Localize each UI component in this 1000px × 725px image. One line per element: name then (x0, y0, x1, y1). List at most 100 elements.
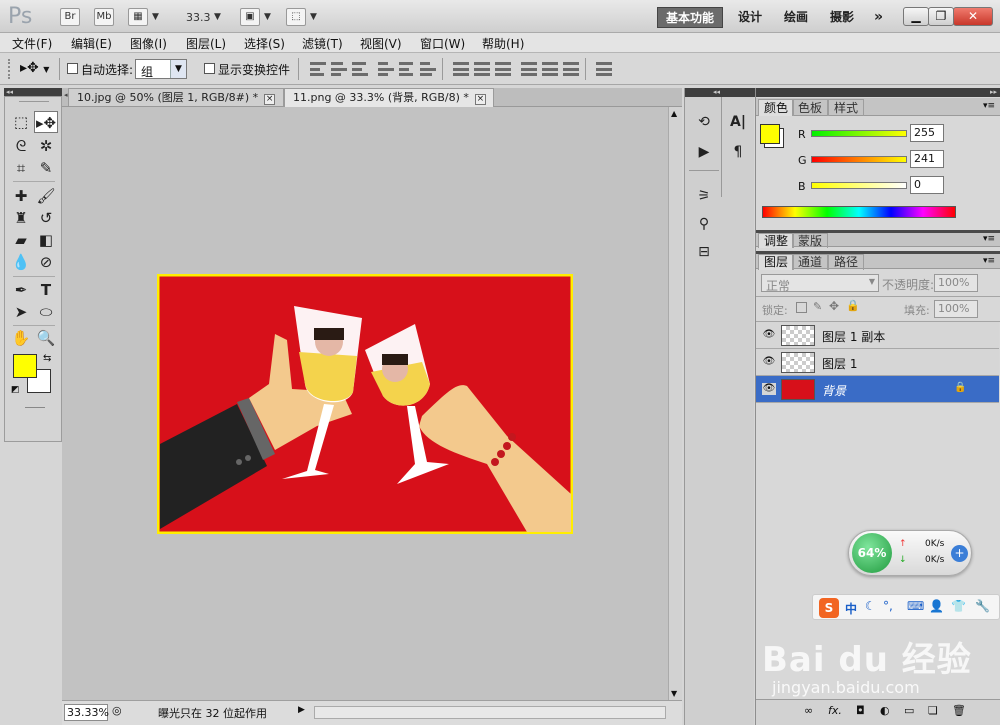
trash-icon[interactable]: 🗑 (952, 704, 966, 717)
layer-name[interactable]: 图层 1 副本 (822, 328, 885, 345)
chevron-down-icon[interactable]: ▼ (170, 60, 186, 78)
align-hcenter-icon[interactable] (399, 62, 415, 76)
vertical-scrollbar[interactable]: ▲ ▼ (668, 107, 682, 700)
tab-layers[interactable]: 图层 (758, 254, 795, 270)
tool-presets-icon[interactable]: ⊟ (689, 240, 719, 264)
view-extras-button[interactable]: ▦ (128, 8, 148, 26)
link-layers-icon[interactable]: ∞ (804, 704, 813, 717)
dodge-tool-icon[interactable]: ⊘ (34, 251, 58, 273)
ime-toolbar[interactable]: S 中 ☾ °, ⌨ 👤 👕 🔧 (812, 594, 1000, 620)
distribute-top-icon[interactable] (453, 62, 469, 76)
new-layer-icon[interactable]: ❏ (928, 704, 938, 717)
hand-tool-icon[interactable]: ✋ (9, 327, 33, 349)
chevron-down-icon[interactable]: ▼ (214, 12, 221, 22)
healing-brush-tool-icon[interactable]: ✚ (9, 185, 33, 207)
menu-filter[interactable]: 滤镜(T) (302, 35, 343, 52)
layer-name[interactable]: 背景 (822, 382, 846, 399)
menu-window[interactable]: 窗口(W) (420, 35, 465, 52)
tab-paths[interactable]: 路径 (828, 254, 865, 270)
channel-b-slider[interactable] (811, 182, 907, 189)
distribute-vcenter-icon[interactable] (474, 62, 490, 76)
path-selection-tool-icon[interactable]: ➤ (9, 301, 33, 323)
moon-icon[interactable]: ☾ (865, 599, 876, 613)
align-left-icon[interactable] (378, 62, 394, 76)
align-right-icon[interactable] (420, 62, 436, 76)
chevron-down-icon[interactable]: ▼ (310, 12, 317, 22)
eye-icon[interactable]: 👁 (762, 356, 776, 368)
tools-panel-header[interactable]: ◂◂ (4, 88, 62, 96)
pen-tool-icon[interactable]: ✒ (9, 279, 33, 301)
status-menu-arrow-icon[interactable]: ▶ (298, 705, 305, 715)
arrange-documents-button[interactable]: ▣ (240, 8, 260, 26)
lock-transparency-icon[interactable] (796, 302, 807, 313)
lock-pixels-icon[interactable]: ✎ (813, 300, 822, 313)
mini-bridge-button[interactable]: Mb (94, 8, 114, 26)
workspace-photography[interactable]: 摄影 (822, 7, 862, 28)
sogou-logo-icon[interactable]: S (819, 598, 839, 618)
eye-icon[interactable]: 👁 (762, 329, 776, 341)
align-vcenter-icon[interactable] (331, 62, 347, 76)
menu-image[interactable]: 图像(I) (130, 35, 167, 52)
foreground-color-swatch-top[interactable] (13, 354, 37, 378)
swap-colors-icon[interactable]: ⇆ (43, 353, 51, 364)
clone-stamp-tool-icon[interactable]: ♜ (9, 207, 33, 229)
menu-view[interactable]: 视图(V) (360, 35, 402, 52)
tab-adjustments[interactable]: 调整 (758, 233, 795, 248)
blur-tool-icon[interactable]: 💧 (9, 251, 33, 273)
panel-collapse-header[interactable]: ▸▸ (756, 88, 1000, 97)
auto-select-checkbox[interactable] (67, 63, 78, 74)
add-mask-icon[interactable]: ◘ (856, 704, 865, 717)
tab-channels[interactable]: 通道 (792, 254, 829, 270)
skin-icon[interactable]: 👕 (951, 599, 966, 613)
minimize-button[interactable]: ▁ (903, 7, 929, 26)
tab-swatches[interactable]: 色板 (792, 99, 829, 116)
adjustment-layer-icon[interactable]: ◐ (880, 704, 890, 717)
distribute-bottom-icon[interactable] (495, 62, 511, 76)
status-info-icon[interactable]: ◎ (112, 704, 122, 717)
default-colors-icon[interactable]: ◩ (11, 385, 20, 395)
lock-position-icon[interactable]: ✥ (829, 299, 839, 313)
close-icon[interactable]: × (264, 94, 276, 105)
layer-name[interactable]: 图层 1 (822, 355, 857, 372)
brush-presets-icon[interactable]: ⚞ (689, 184, 719, 208)
scroll-down-icon[interactable]: ▼ (671, 689, 677, 698)
close-icon[interactable]: × (474, 94, 486, 105)
layer-row-copy[interactable]: 👁 图层 1 副本 (756, 322, 999, 349)
fill-field[interactable]: 100% (934, 300, 978, 318)
distribute-left-icon[interactable] (521, 62, 537, 76)
user-icon[interactable]: 👤 (929, 599, 944, 613)
move-tool-icon[interactable]: ▸✥ (34, 111, 58, 133)
workspace-painting[interactable]: 绘画 (776, 7, 816, 28)
channel-r-slider[interactable] (811, 130, 907, 137)
panel-menu-icon[interactable]: ▾≡ (983, 234, 995, 244)
align-top-icon[interactable] (310, 62, 326, 76)
keyboard-icon[interactable]: ⌨ (907, 599, 924, 613)
tab-masks[interactable]: 蒙版 (792, 233, 829, 248)
close-button[interactable]: ✕ (953, 7, 993, 26)
horizontal-scrollbar[interactable] (314, 706, 666, 719)
panel-menu-icon[interactable]: ▾≡ (983, 101, 995, 111)
dock-header[interactable]: ◂◂ (685, 88, 755, 97)
zoom-tool-icon[interactable]: 🔍 (34, 327, 58, 349)
auto-select-dropdown[interactable]: 组 ▼ (135, 59, 187, 79)
zoom-field[interactable]: 33.33% (64, 704, 109, 721)
character-panel-icon[interactable]: A| (723, 110, 753, 134)
quick-mask-icon[interactable] (25, 407, 45, 408)
channel-r-value[interactable]: 255 (910, 124, 944, 142)
panel-menu-icon[interactable]: ▾≡ (983, 256, 995, 266)
chevron-down-icon[interactable]: ▼ (152, 12, 159, 22)
crop-tool-icon[interactable]: ⌗ (9, 157, 33, 179)
paragraph-panel-icon[interactable]: ¶ (723, 140, 753, 164)
lasso-tool-icon[interactable]: ᘓ (9, 135, 33, 157)
settings-icon[interactable]: 🔧 (975, 599, 990, 613)
distribute-right-icon[interactable] (563, 62, 579, 76)
screen-mode-button[interactable]: ⬚ (286, 8, 306, 26)
add-icon[interactable]: + (951, 545, 968, 562)
channel-g-slider[interactable] (811, 156, 907, 163)
bridge-button[interactable]: Br (60, 8, 80, 26)
tab-document-10jpg[interactable]: 10.jpg @ 50% (图层 1, RGB/8#) * × (68, 88, 284, 106)
gradient-tool-icon[interactable]: ◧ (34, 229, 58, 251)
zoom-level[interactable]: 33.3 (186, 11, 211, 24)
marquee-tool-icon[interactable]: ⬚ (9, 111, 33, 133)
align-bottom-icon[interactable] (352, 62, 368, 76)
